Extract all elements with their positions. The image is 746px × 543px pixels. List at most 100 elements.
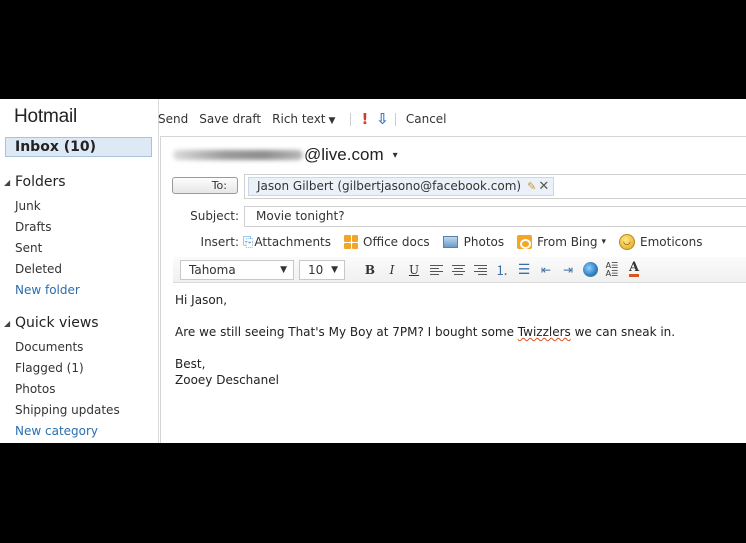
rich-text-dropdown[interactable]: Rich text ▼ [272,112,335,126]
align-center-button[interactable] [448,260,468,280]
recipient-name: Jason Gilbert (gilbertjasono@facebook.co… [257,179,522,193]
insert-link-button[interactable] [580,260,600,280]
hyperlink-globe-icon [582,262,598,277]
align-right-button[interactable] [470,260,490,280]
align-right-icon [473,264,487,275]
increase-indent-icon: ⇥ [562,262,574,277]
sidebar-item-shipping-updates[interactable]: Shipping updates [15,403,120,417]
body-line: Are we still seeing That's My Boy at 7PM… [175,324,675,340]
formatting-toolbar: Tahoma ▼ 10 ▼ B I U ⒈ ☰ ⇤ ⇥ A☰ A☰ A [173,257,746,283]
low-priority-icon[interactable]: ⇩ [376,110,389,128]
sidebar-item-documents[interactable]: Documents [15,340,83,354]
paperclip-icon: ⎘ [243,234,254,250]
italic-button[interactable]: I [382,260,402,280]
insert-from-bing[interactable]: From Bing ▾ [517,235,606,249]
font-size-select[interactable]: 10 ▼ [299,259,345,280]
subject-label: Subject: [190,209,239,223]
command-bar: Send Save draft Rich text ▼ ! ⇩ Cancel [158,109,458,129]
sidebar-item-junk[interactable]: Junk [15,199,41,213]
bing-icon [517,235,533,249]
folders-header[interactable]: ◢ Folders [4,174,66,190]
photos-label: Photos [463,235,505,249]
insert-office-docs[interactable]: Office docs [344,235,430,249]
hotmail-window: Hotmail Inbox (10) ◢ Folders Junk Drafts… [0,99,746,443]
compose-area: Send Save draft Rich text ▼ ! ⇩ Cancel @l… [158,99,746,443]
body-signature: Zooey Deschanel [175,373,279,387]
insert-photos[interactable]: Photos [442,235,505,249]
cancel-button[interactable]: Cancel [406,112,447,126]
font-color-icon: A [628,260,640,277]
folders-heading: Folders [15,174,66,190]
bold-button[interactable]: B [360,260,380,280]
decrease-indent-button[interactable]: ⇤ [536,260,556,280]
office-docs-icon [344,235,359,249]
chevron-down-icon: ▼ [331,264,338,275]
align-left-icon [429,264,443,275]
compose-form: @live.com ▾ To: Jason Gilbert (gilbertja… [160,136,746,443]
font-family-value: Tahoma [189,262,236,277]
increase-indent-button[interactable]: ⇥ [558,260,578,280]
quick-views-header[interactable]: ◢ Quick views [4,315,99,331]
numbered-list-icon: ⒈ [495,264,509,279]
edit-pencil-icon[interactable]: ✎ [527,178,536,195]
sidebar-item-deleted[interactable]: Deleted [15,262,62,276]
numbered-list-button[interactable]: ⒈ [492,260,512,280]
sidebar-item-drafts[interactable]: Drafts [15,220,52,234]
divider [394,112,396,126]
remove-recipient-icon[interactable]: ✕ [538,178,549,195]
from-selector[interactable]: @live.com ▾ [173,143,398,167]
send-button[interactable]: Send [158,112,188,126]
chevron-down-icon: ▾ [392,149,398,161]
rich-text-label: Rich text [272,112,326,126]
body-text-segment: we can sneak in. [570,325,676,339]
sidebar-item-sent[interactable]: Sent [15,241,42,255]
bulleted-list-button[interactable]: ☰ [514,260,534,280]
from-bing-label: From Bing [537,235,598,249]
highlight-button[interactable]: A☰ A☰ [602,260,622,280]
body-closing: Best, [175,357,206,371]
insert-attachments[interactable]: ⎘ Attachments [243,235,331,250]
sidebar-item-flagged[interactable]: Flagged (1) [15,361,84,375]
recipient-chip[interactable]: Jason Gilbert (gilbertjasono@facebook.co… [248,177,555,196]
subject-input[interactable]: Movie tonight? [244,206,746,227]
emoticon-icon [619,234,636,250]
font-size-value: 10 [308,262,324,277]
bulleted-list-icon: ☰ [517,261,531,278]
divider [350,112,352,126]
body-text-segment: Are we still seeing That's My Boy at 7PM… [175,325,518,339]
from-address-domain: @live.com [304,145,384,164]
new-folder-link[interactable]: New folder [15,283,80,297]
insert-emoticons[interactable]: Emoticons [619,234,702,250]
save-draft-button[interactable]: Save draft [199,112,261,126]
office-docs-label: Office docs [363,235,430,249]
align-left-button[interactable] [426,260,446,280]
chevron-down-icon: ▼ [280,264,287,275]
align-center-icon [451,264,465,275]
misspelled-word[interactable]: Twizzlers [518,325,571,339]
collapse-triangle-icon: ◢ [4,318,11,328]
sidebar-item-photos[interactable]: Photos [15,382,55,396]
redacted-username [173,150,303,160]
chevron-down-icon: ▾ [601,237,607,247]
sidebar: Hotmail Inbox (10) ◢ Folders Junk Drafts… [0,99,159,443]
insert-label: Insert: [200,235,239,249]
sidebar-item-inbox[interactable]: Inbox (10) [5,137,152,157]
attachments-label: Attachments [254,235,332,249]
collapse-triangle-icon: ◢ [4,177,11,187]
emoticons-label: Emoticons [640,235,703,249]
to-button[interactable]: To: [172,177,238,194]
chevron-down-icon: ▼ [328,116,336,126]
underline-button[interactable]: U [404,260,424,280]
font-color-button[interactable]: A [624,260,644,280]
text-highlight-icon: A☰ A☰ [605,260,619,278]
high-priority-icon[interactable]: ! [361,110,368,128]
new-category-link[interactable]: New category [15,424,98,438]
to-field[interactable]: Jason Gilbert (gilbertjasono@facebook.co… [244,174,746,199]
decrease-indent-icon: ⇤ [540,262,552,277]
message-body[interactable]: Hi Jason, Are we still seeing That's My … [175,292,675,388]
font-family-select[interactable]: Tahoma ▼ [180,259,294,280]
insert-bar: Insert: ⎘ Attachments Office docs Photos… [161,232,715,252]
hotmail-logo[interactable]: Hotmail [14,106,77,128]
body-greeting: Hi Jason, [175,293,228,307]
photo-icon [442,236,458,248]
